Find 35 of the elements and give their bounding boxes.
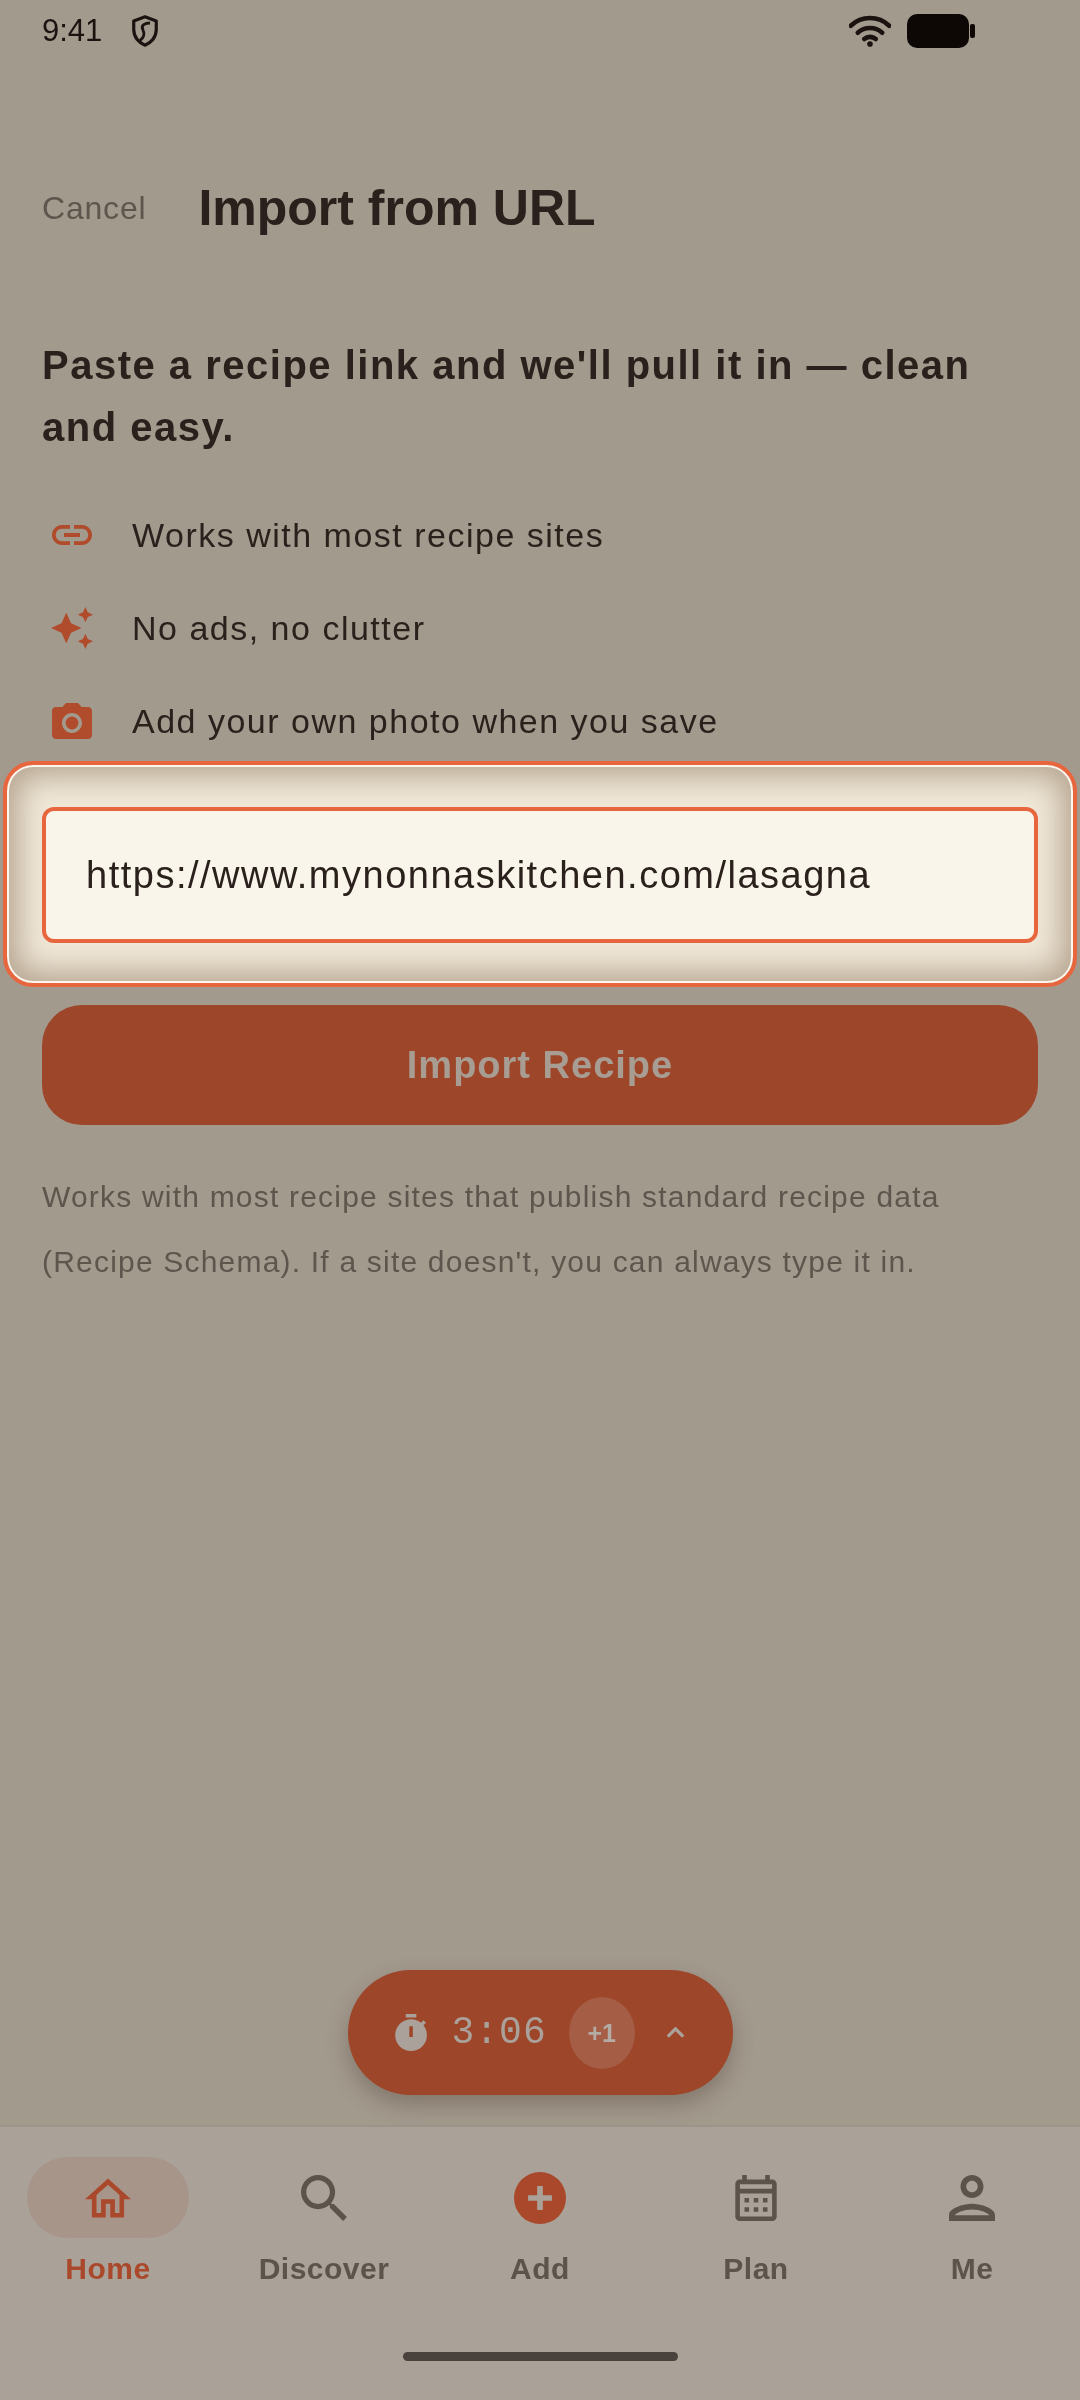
feature-text: No ads, no clutter (132, 608, 426, 648)
feature-text: Add your own photo when you save (132, 701, 719, 741)
timer-pill[interactable]: 3:06 +1 (347, 1970, 733, 2095)
nav-item[interactable]: Plan (648, 2157, 864, 2286)
sparkles-icon (51, 607, 93, 649)
add-minute-button[interactable]: +1 (568, 1996, 635, 2069)
search-icon (301, 2174, 347, 2221)
link-icon (52, 525, 92, 545)
nav-label: Home (65, 2252, 151, 2286)
nav-item[interactable]: Discover (216, 2157, 432, 2286)
cancel-button[interactable]: Cancel (42, 189, 147, 227)
url-field[interactable]: https://www.mynonnaskitchen.com/lasagna (42, 807, 1038, 943)
wifi-icon (849, 15, 891, 47)
intro-text: Paste a recipe link and we'll pull it in — clean and easy. (42, 342, 972, 451)
battery-icon (907, 14, 975, 48)
shield-icon (132, 15, 159, 47)
nav-label: Add (510, 2252, 570, 2286)
chevron-up-icon[interactable] (665, 2027, 685, 2038)
person-icon (949, 2174, 995, 2221)
nav-item[interactable]: Me (864, 2157, 1080, 2286)
calendar-icon (733, 2174, 779, 2221)
help-text: Works with most recipe sites that publish standard recipe data (Recipe Schema). If a site doesn't, you can always type it in. (42, 1179, 941, 1280)
plus-circle-icon (514, 2171, 566, 2224)
timer-time: 3:06 (451, 2011, 547, 2054)
import-recipe-button[interactable]: Import Recipe (42, 1005, 1038, 1125)
nav-label: Me (950, 2252, 994, 2286)
camera-icon (52, 703, 92, 739)
stopwatch-icon (394, 2014, 428, 2051)
nav-label: Plan (723, 2252, 789, 2286)
nav-item[interactable]: Home (0, 2157, 216, 2286)
feature-text: Works with most recipe sites (132, 515, 605, 555)
nav-label: Discover (258, 2252, 390, 2286)
nav-item[interactable]: Add (432, 2157, 648, 2286)
page-title: Import from URL (198, 179, 596, 237)
status-time: 9:41 (42, 13, 103, 49)
